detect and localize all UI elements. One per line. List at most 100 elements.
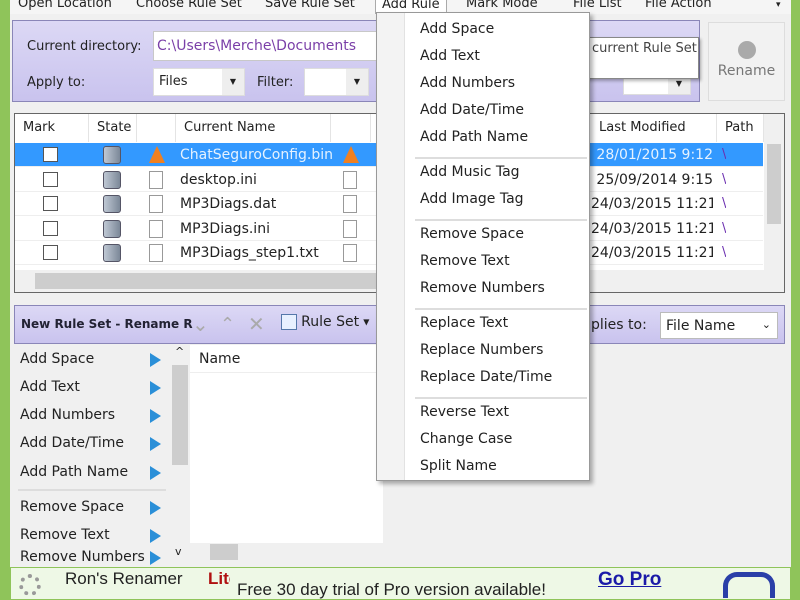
scrollbar-thumb[interactable] xyxy=(210,544,238,560)
menu-item[interactable]: Remove Space xyxy=(420,226,524,242)
preview-table: Name xyxy=(190,345,383,543)
rule-set-label: Rule Set xyxy=(301,314,360,330)
mark-checkbox[interactable] xyxy=(43,245,58,260)
chevron-down-icon[interactable]: ▾ xyxy=(776,0,781,10)
column-path[interactable]: Path xyxy=(717,114,764,142)
gear-icon xyxy=(19,574,41,596)
state-icon xyxy=(103,170,121,189)
path: \ xyxy=(722,147,727,162)
scroll-up-icon[interactable]: ^ xyxy=(175,345,184,358)
menu-item[interactable]: Add Space xyxy=(420,21,494,37)
column-mark[interactable]: Mark xyxy=(15,114,89,142)
path: \ xyxy=(722,220,727,236)
menu-item[interactable]: Add Path Name xyxy=(420,129,528,145)
apply-to-label: Apply to: xyxy=(27,75,86,90)
settings-file-icon xyxy=(149,170,163,189)
text-file-icon xyxy=(149,244,163,262)
menu-choose-rule-set[interactable]: Choose Rule Set xyxy=(136,0,242,11)
rule-item[interactable]: Add Space xyxy=(20,351,94,367)
vlc-icon xyxy=(343,146,359,163)
menu-open-location[interactable]: Open Location xyxy=(18,0,112,11)
menu-item[interactable]: Split Name xyxy=(420,458,497,474)
menu-file-action[interactable]: File Action xyxy=(645,0,712,11)
rule-list-scrollbar[interactable]: ^ v xyxy=(170,345,190,565)
menu-item[interactable]: Add Image Tag xyxy=(420,191,524,207)
rename-button[interactable]: Rename xyxy=(708,22,785,101)
applies-to-select[interactable]: File Name ⌄ xyxy=(660,312,778,339)
add-rule-arrow-icon[interactable] xyxy=(150,409,161,423)
menu-mark-mode[interactable]: Mark Mode xyxy=(466,0,538,11)
current-name: MP3Diags_step1.txt xyxy=(180,245,319,261)
rule-item[interactable]: Remove Space xyxy=(20,499,124,515)
trial-message: Free 30 day trial of Pro version availab… xyxy=(237,580,546,599)
chevron-down-icon: ⌄ xyxy=(761,318,771,331)
menu-item[interactable]: Replace Numbers xyxy=(420,342,543,358)
column-name[interactable]: Name xyxy=(190,345,383,373)
filter-select[interactable]: ▼ xyxy=(304,68,369,96)
menu-file-list[interactable]: File List xyxy=(573,0,622,11)
add-rule-arrow-icon[interactable] xyxy=(150,437,161,451)
rule-item[interactable]: Add Numbers xyxy=(20,407,115,423)
mark-checkbox[interactable] xyxy=(43,147,58,162)
menu-item[interactable]: Replace Text xyxy=(420,315,508,331)
menu-item[interactable]: Add Numbers xyxy=(420,75,515,91)
apply-to-value: Files xyxy=(159,74,188,89)
menu-item[interactable]: Reverse Text xyxy=(420,404,509,420)
column-current-name[interactable]: Current Name xyxy=(176,114,331,142)
rule-item[interactable]: Remove Numbers xyxy=(20,549,145,565)
rule-item[interactable]: Add Text xyxy=(20,379,80,395)
rule-item[interactable]: Add Path Name xyxy=(20,464,128,480)
last-modified: 25/09/2014 9:15 xyxy=(596,171,713,188)
menu-item[interactable]: Replace Date/Time xyxy=(420,369,552,385)
chevron-down-icon: ▼ xyxy=(346,69,368,95)
last-modified: 24/03/2015 11:21 xyxy=(591,196,713,212)
mark-checkbox[interactable] xyxy=(43,196,58,211)
rule-item[interactable]: Add Date/Time xyxy=(20,435,124,451)
menu-item[interactable]: Remove Numbers xyxy=(420,280,545,296)
current-directory-label: Current directory: xyxy=(27,39,142,54)
path: \ xyxy=(722,171,727,187)
promo-banner: Ron's Renamer Lite Free 30 day trial of … xyxy=(10,567,791,600)
rule-item[interactable]: Remove Text xyxy=(20,527,110,543)
menu-item[interactable]: Remove Text xyxy=(420,253,510,269)
chevron-down-icon: ▼ xyxy=(222,69,244,95)
applies-to-label: plies to: xyxy=(591,317,647,333)
filter-label: Filter: xyxy=(257,75,294,90)
delete-icon[interactable]: ✕ xyxy=(248,312,265,336)
column-icon[interactable] xyxy=(137,114,176,142)
apply-to-select[interactable]: Files ▼ xyxy=(153,68,245,96)
mark-checkbox[interactable] xyxy=(43,171,58,187)
tooltip: current Rule Set xyxy=(585,37,699,79)
menu-item[interactable]: Change Case xyxy=(420,431,512,447)
column-new-icon[interactable] xyxy=(331,114,371,142)
current-directory-input[interactable]: C:\Users\Merche\Documents xyxy=(153,31,393,61)
column-state[interactable]: State xyxy=(89,114,137,142)
menu-item[interactable]: Add Music Tag xyxy=(420,164,520,180)
move-up-icon[interactable]: ⌃ xyxy=(220,314,235,335)
add-rule-arrow-icon[interactable] xyxy=(150,353,161,367)
preview-hscrollbar[interactable] xyxy=(190,543,383,562)
menu-save-rule-set[interactable]: Save Rule Set xyxy=(265,0,355,11)
menu-item[interactable]: Add Text xyxy=(420,48,480,64)
window-border-right xyxy=(791,0,800,600)
go-pro-link[interactable]: Go Pro xyxy=(598,569,661,591)
scrollbar-thumb[interactable] xyxy=(767,144,781,224)
last-modified: 24/03/2015 11:21 xyxy=(591,245,713,261)
scroll-down-icon[interactable]: v xyxy=(175,545,182,558)
path: \ xyxy=(722,196,727,211)
column-last-modified[interactable]: Last Modified xyxy=(591,114,717,142)
settings-file-icon xyxy=(343,170,357,189)
add-rule-arrow-icon[interactable] xyxy=(150,501,161,515)
menu-item[interactable]: Add Date/Time xyxy=(420,102,524,118)
add-rule-arrow-icon[interactable] xyxy=(150,381,161,395)
vertical-scrollbar[interactable] xyxy=(764,114,784,270)
menu-separator xyxy=(415,397,587,399)
add-rule-arrow-icon[interactable] xyxy=(150,529,161,543)
add-rule-arrow-icon[interactable] xyxy=(150,551,161,565)
mark-checkbox[interactable] xyxy=(43,220,58,236)
scrollbar-thumb[interactable] xyxy=(172,365,188,465)
state-icon xyxy=(103,244,121,262)
move-down-icon[interactable]: ⌄ xyxy=(192,312,209,336)
rule-set-button[interactable]: Rule Set ▼ xyxy=(281,314,369,336)
add-rule-arrow-icon[interactable] xyxy=(150,466,161,480)
